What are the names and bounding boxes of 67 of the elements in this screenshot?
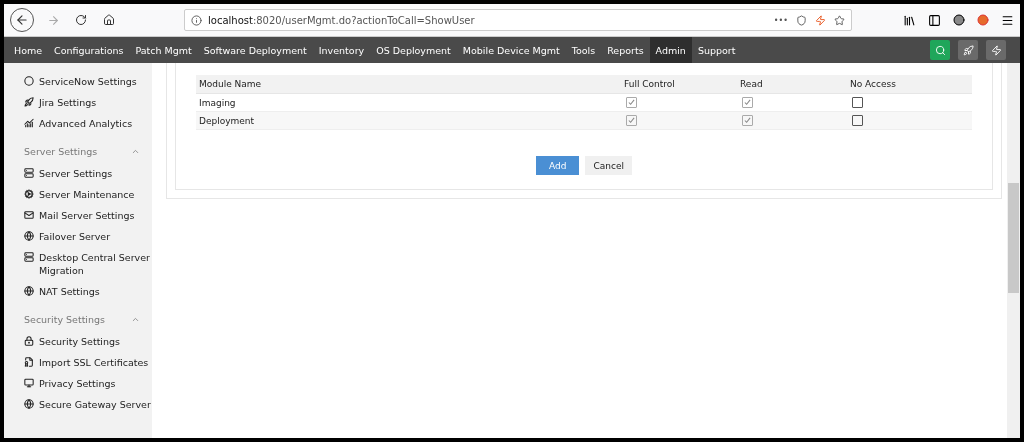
checkbox[interactable] — [742, 97, 753, 108]
checkbox[interactable] — [742, 115, 753, 126]
server-icon — [24, 252, 34, 262]
server-icon — [24, 168, 34, 178]
caret-icon[interactable] — [131, 315, 140, 324]
nav-tab[interactable]: OS Deployment — [370, 37, 457, 63]
nav-tab[interactable]: Reports — [601, 37, 650, 63]
checkbox[interactable] — [626, 115, 637, 126]
info-icon — [191, 14, 202, 26]
sidebar-item[interactable]: Server Settings — [39, 167, 113, 180]
address-bar[interactable]: localhost:8020/userMgmt.do?actionToCall=ShowUser ••• — [184, 9, 852, 31]
section-title: Security Settings — [24, 314, 105, 325]
monitor-icon — [24, 378, 34, 388]
column-header: Read — [737, 75, 847, 94]
url-text: localhost:8020/userMgmt.do?actionToCall=ShowUser — [208, 14, 475, 26]
search-button[interactable] — [930, 40, 950, 60]
nav-tab[interactable]: Tools — [565, 37, 602, 63]
sidebar-item[interactable]: Import SSL Certificates — [39, 356, 149, 369]
column-header: Full Control — [621, 75, 737, 94]
rocket-icon — [24, 97, 34, 107]
checkbox[interactable] — [852, 115, 863, 126]
nav-tab[interactable]: Mobile Device Mgmt — [456, 37, 566, 63]
scrollbar[interactable] — [1007, 63, 1020, 438]
lightning-icon — [990, 44, 1002, 56]
sidebar-item[interactable]: Privacy Settings — [39, 377, 116, 390]
sidebar-item[interactable]: Secure Gateway Server — [39, 398, 151, 411]
flash-button[interactable] — [986, 40, 1006, 60]
rocket-icon — [962, 44, 974, 56]
sidebar-item[interactable]: ServiceNow Settings — [39, 75, 137, 88]
cancel-button[interactable]: Cancel — [585, 156, 632, 175]
more-text[interactable]: ••• — [773, 15, 788, 25]
nav-tab[interactable]: Admin — [649, 37, 692, 63]
certificate-icon — [24, 357, 34, 367]
lock-icon — [24, 336, 34, 346]
sidebar-icon[interactable] — [928, 13, 941, 27]
mail-icon — [24, 210, 34, 220]
globe-icon — [24, 286, 34, 296]
sidebar-item[interactable]: Failover Server — [39, 230, 111, 243]
sidebar-item[interactable]: Security Settings — [39, 335, 120, 348]
column-header: No Access — [847, 75, 972, 94]
sidebar-item[interactable]: Server Maintenance — [39, 188, 135, 201]
nav-tab[interactable]: Configurations — [48, 37, 130, 63]
nav-tab[interactable]: Patch Mgmt — [129, 37, 198, 63]
column-header: Module Name — [196, 75, 621, 94]
sidebar-item[interactable]: Desktop Central Server Migration — [39, 251, 152, 277]
section-title: Server Settings — [24, 146, 98, 157]
checkbox[interactable] — [852, 97, 863, 108]
globe-icon — [24, 231, 34, 241]
sidebar-item[interactable]: Advanced Analytics — [39, 117, 133, 130]
rocket-button[interactable] — [958, 40, 978, 60]
sidebar-item[interactable]: NAT Settings — [39, 285, 100, 298]
chart-icon — [24, 118, 34, 128]
nav-tab[interactable]: Home — [8, 37, 49, 63]
star-icon[interactable] — [834, 14, 845, 26]
menu-icon[interactable] — [1001, 13, 1014, 27]
search-icon — [934, 44, 946, 56]
nav-tab[interactable]: Software Deployment — [197, 37, 313, 63]
ring-icon — [24, 76, 34, 86]
table-cell: Deployment — [196, 112, 621, 130]
caret-icon[interactable] — [131, 147, 140, 156]
checkbox[interactable] — [626, 97, 637, 108]
nav-tab[interactable]: Inventory — [312, 37, 371, 63]
sidebar-item[interactable]: Jira Settings — [39, 96, 97, 109]
library-icon[interactable] — [903, 13, 916, 27]
sidebar-item[interactable]: Mail Server Settings — [39, 209, 135, 222]
globe-icon — [24, 399, 34, 409]
nav-tab[interactable]: Support — [691, 37, 742, 63]
